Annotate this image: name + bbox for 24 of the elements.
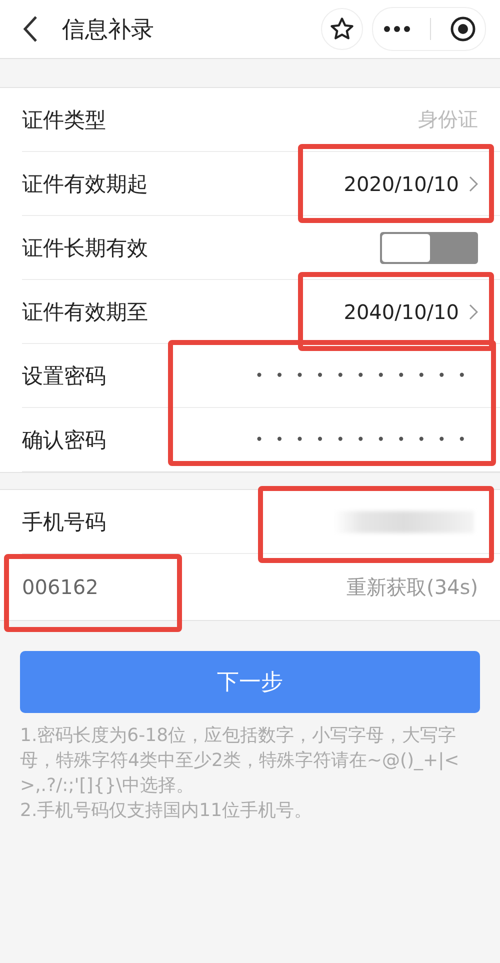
- field-label: 证件有效期起: [22, 170, 149, 198]
- field-label: 证件长期有效: [22, 234, 149, 262]
- more-button[interactable]: [382, 25, 410, 33]
- code-field[interactable]: 006162: [8, 575, 347, 599]
- field-label: 证件类型: [22, 106, 107, 134]
- star-icon: [329, 16, 355, 42]
- close-button[interactable]: [450, 16, 476, 42]
- date-value[interactable]: 2040/10/10: [344, 300, 459, 324]
- hint-text: 1.密码长度为6-18位，应包括数字，小写字母，大写字母，特殊字符4类中至少2类，特殊字符请在~@()_+|<>,.?/:;'[]{}\中选择。: [20, 724, 460, 798]
- toggle-switch[interactable]: [380, 232, 478, 264]
- field-value: 身份证: [418, 106, 478, 133]
- password-field[interactable]: •••••••••••: [255, 368, 478, 384]
- chevron-icon: [469, 176, 478, 192]
- field-label: 确认密码: [22, 426, 107, 454]
- chevron-icon: [469, 304, 478, 320]
- password-field[interactable]: •••••••••••: [255, 432, 478, 448]
- page-title: 信息补录: [62, 16, 154, 44]
- back-icon[interactable]: [22, 15, 38, 43]
- field-label: 设置密码: [22, 362, 107, 390]
- field-label: 手机号码: [22, 508, 107, 536]
- date-value[interactable]: 2020/10/10: [344, 172, 459, 196]
- hint-text: 2.手机号码仅支持国内11位手机号。: [20, 799, 314, 823]
- favorite-button[interactable]: [321, 8, 363, 50]
- field-label: 证件有效期至: [22, 298, 149, 326]
